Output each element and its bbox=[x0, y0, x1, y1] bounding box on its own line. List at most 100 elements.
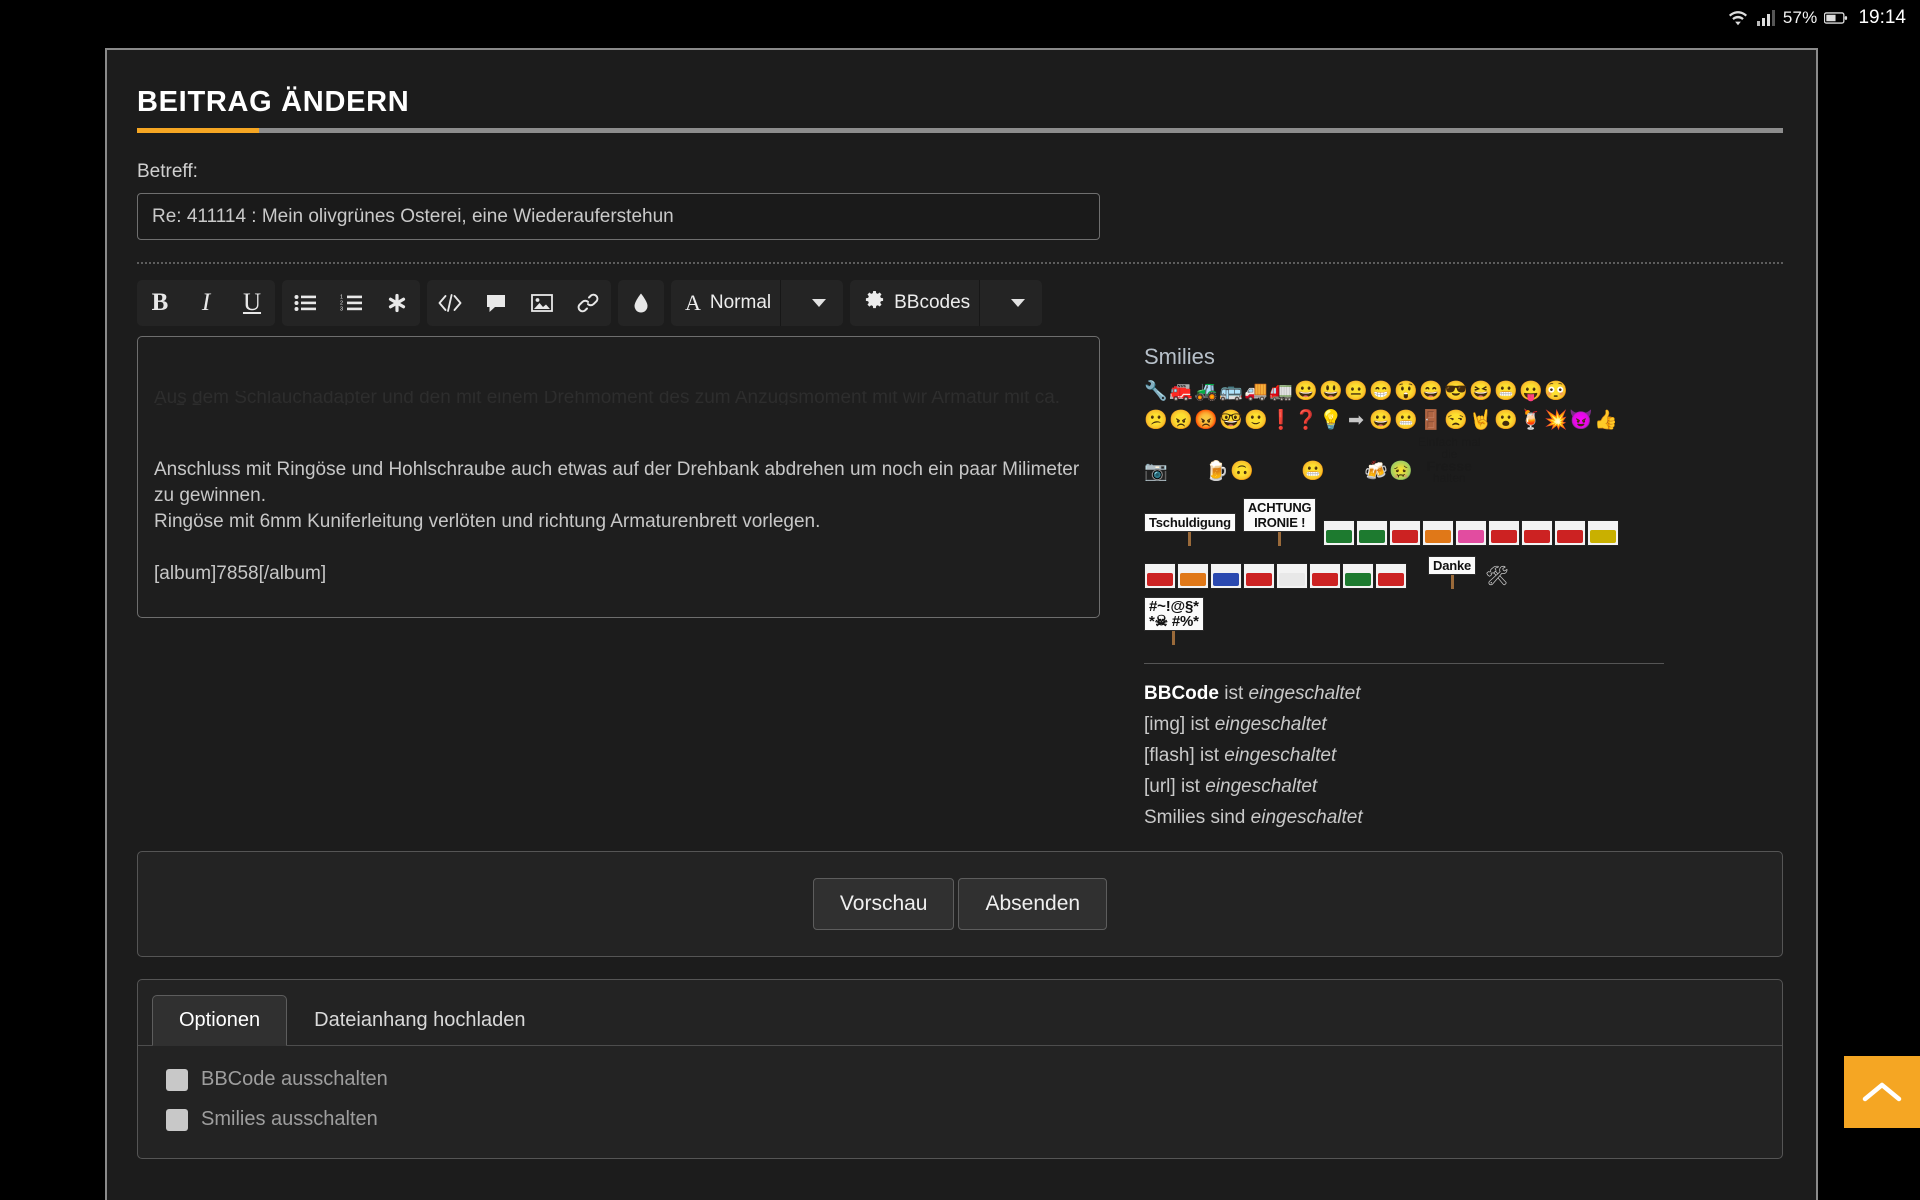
smiley-8[interactable]: 😐 bbox=[1344, 378, 1368, 404]
smiley-15[interactable]: 😛 bbox=[1519, 378, 1543, 404]
smiley-0[interactable]: 😕 bbox=[1144, 407, 1168, 433]
smiley-6[interactable]: 😀 bbox=[1294, 378, 1318, 404]
droplet-icon[interactable] bbox=[618, 280, 664, 326]
status-clock: 19:14 bbox=[1858, 7, 1906, 28]
tractor-icon[interactable] bbox=[1243, 563, 1275, 589]
smiley-1[interactable]: 🚒 bbox=[1169, 378, 1193, 404]
italic-button[interactable]: I bbox=[183, 280, 229, 326]
smiley-18[interactable]: 👍 bbox=[1594, 407, 1618, 433]
smiley-9[interactable]: 😁 bbox=[1369, 378, 1393, 404]
smiley-14[interactable]: 😬 bbox=[1494, 378, 1518, 404]
tractor-icon[interactable] bbox=[1488, 520, 1521, 546]
smiley-3[interactable]: 🚌 bbox=[1219, 378, 1243, 404]
smiley-3[interactable]: 🤓 bbox=[1219, 407, 1243, 433]
wifi-icon bbox=[1727, 9, 1749, 27]
code-icon[interactable] bbox=[427, 280, 473, 326]
tractor-icon[interactable] bbox=[1276, 563, 1308, 589]
tab-dateianhang-hochladen[interactable]: Dateianhang hochladen bbox=[287, 995, 552, 1046]
smiley-working[interactable]: 🛠 bbox=[1483, 563, 1511, 589]
smiley-14[interactable]: 😮 bbox=[1494, 407, 1518, 433]
smiley-5[interactable]: ❗ bbox=[1269, 407, 1293, 433]
smiley-10[interactable]: 😲 bbox=[1394, 378, 1418, 404]
tractor-icon[interactable] bbox=[1375, 563, 1407, 589]
smiley-drunk-1[interactable]: 🙃 bbox=[1230, 458, 1254, 484]
smilies-disable-checkbox[interactable] bbox=[166, 1108, 188, 1131]
ordered-list-button[interactable]: 123 bbox=[328, 280, 374, 326]
tractor-icon[interactable] bbox=[1309, 563, 1341, 589]
scroll-to-top-button[interactable] bbox=[1844, 1056, 1920, 1128]
smiley-17[interactable]: 😈 bbox=[1569, 407, 1593, 433]
toolbar-group-insert bbox=[427, 280, 611, 326]
smiley-cheers-1[interactable]: 🍻 bbox=[1364, 458, 1388, 484]
smiley-0[interactable]: 🔧 bbox=[1144, 378, 1168, 404]
tractor-icon[interactable] bbox=[1422, 520, 1455, 546]
submit-bar: Vorschau Absenden bbox=[137, 851, 1783, 957]
quote-bubble-icon[interactable] bbox=[473, 280, 519, 326]
smiley-12[interactable]: 😎 bbox=[1444, 378, 1468, 404]
unordered-list-button[interactable] bbox=[282, 280, 328, 326]
smiley-13[interactable]: 🤘 bbox=[1469, 407, 1493, 433]
smiley-green-face[interactable]: 😬 bbox=[1301, 458, 1325, 484]
tractor-icon[interactable] bbox=[1554, 520, 1587, 546]
smiley-4[interactable]: 🚚 bbox=[1244, 378, 1268, 404]
sorry-sign[interactable]: Tschuldigung bbox=[1144, 513, 1236, 546]
swearing-sign[interactable]: #~!@§* *☠ #%* bbox=[1144, 597, 1204, 645]
smiley-11[interactable]: 🚪 bbox=[1419, 407, 1443, 433]
underline-button[interactable]: U bbox=[229, 280, 275, 326]
smiley-shut-up-text[interactable]: Einfach mal die Fresse halten bbox=[1418, 436, 1481, 484]
smiley-13[interactable]: 😆 bbox=[1469, 378, 1493, 404]
post-body-text: Anschluss mit Ringöse und Hohlschraube a… bbox=[154, 459, 1080, 617]
smiley-2[interactable]: 🚜 bbox=[1194, 378, 1218, 404]
chevron-up-icon bbox=[1862, 1079, 1902, 1105]
chevron-down-icon[interactable] bbox=[812, 299, 827, 307]
smiley-12[interactable]: 😒 bbox=[1444, 407, 1468, 433]
preview-button[interactable]: Vorschau bbox=[812, 878, 955, 930]
thanks-sign[interactable]: Danke bbox=[1428, 556, 1477, 589]
tractor-icon[interactable] bbox=[1389, 520, 1422, 546]
smiley-6[interactable]: ❓ bbox=[1294, 407, 1318, 433]
tractor-icon[interactable] bbox=[1144, 563, 1176, 589]
smiley-7[interactable]: 😃 bbox=[1319, 378, 1343, 404]
smiley-10[interactable]: 😬 bbox=[1394, 407, 1418, 433]
tractor-icon[interactable] bbox=[1342, 563, 1374, 589]
bbcode-disable-checkbox[interactable] bbox=[166, 1068, 188, 1091]
smiley-7[interactable]: 💡 bbox=[1319, 407, 1343, 433]
font-size-select[interactable]: A Normal bbox=[671, 280, 844, 326]
image-icon[interactable] bbox=[519, 280, 565, 326]
post-body-textarea[interactable]: Aus dem Schlauchadapter und den mit eine… bbox=[137, 336, 1100, 618]
smiley-16[interactable]: 😳 bbox=[1544, 378, 1568, 404]
tractor-icon[interactable] bbox=[1323, 520, 1356, 546]
smiley-row-signs-1: Tschuldigung ACHTUNG IRONIE ! bbox=[1144, 498, 1664, 546]
tractor-icon[interactable] bbox=[1521, 520, 1554, 546]
smiley-16[interactable]: 💥 bbox=[1544, 407, 1568, 433]
svg-text:3: 3 bbox=[340, 307, 343, 312]
smiley-2[interactable]: 😡 bbox=[1194, 407, 1218, 433]
smiley-15[interactable]: 🍹 bbox=[1519, 407, 1543, 433]
smiley-9[interactable]: 😀 bbox=[1369, 407, 1393, 433]
link-icon[interactable] bbox=[565, 280, 611, 326]
bold-button[interactable]: B bbox=[137, 280, 183, 326]
smiley-camera[interactable]: 📷 bbox=[1144, 458, 1168, 484]
smilies-disable-label: Smilies ausschalten bbox=[201, 1108, 378, 1130]
asterisk-icon[interactable] bbox=[374, 280, 420, 326]
bbcodes-select[interactable]: BBcodes bbox=[850, 280, 1043, 326]
chevron-down-icon[interactable] bbox=[1011, 299, 1026, 307]
smiley-4[interactable]: 🙂 bbox=[1244, 407, 1268, 433]
tractor-icon[interactable] bbox=[1177, 563, 1209, 589]
tractor-icon[interactable] bbox=[1587, 520, 1620, 546]
smiley-5[interactable]: 🚛 bbox=[1269, 378, 1293, 404]
tab-optionen[interactable]: Optionen bbox=[152, 995, 288, 1046]
tractor-icon[interactable] bbox=[1210, 563, 1242, 589]
subject-input[interactable] bbox=[137, 193, 1100, 240]
tractor-icon[interactable] bbox=[1455, 520, 1488, 546]
irony-sign[interactable]: ACHTUNG IRONIE ! bbox=[1242, 498, 1317, 546]
smiley-beer-bottle[interactable]: 🍺 bbox=[1205, 458, 1229, 484]
smiley-8[interactable]: ➡ bbox=[1344, 407, 1368, 433]
option-row-bbcode[interactable]: BBCode ausschalten bbox=[166, 1068, 1782, 1091]
smiley-11[interactable]: 😄 bbox=[1419, 378, 1443, 404]
option-row-smilies[interactable]: Smilies ausschalten bbox=[166, 1108, 1782, 1131]
tractor-icon[interactable] bbox=[1356, 520, 1389, 546]
submit-button[interactable]: Absenden bbox=[958, 878, 1108, 930]
smiley-1[interactable]: 😠 bbox=[1169, 407, 1193, 433]
smiley-cheers-2[interactable]: 🤢 bbox=[1389, 458, 1413, 484]
